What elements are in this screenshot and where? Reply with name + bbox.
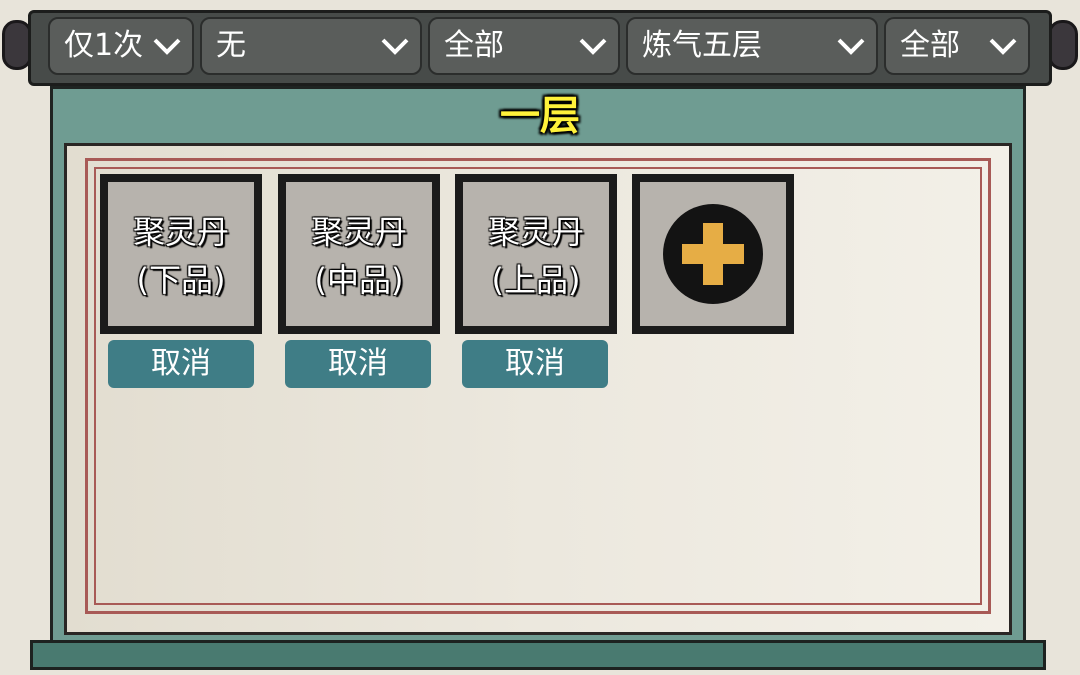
realm-dropdown-label: 炼气五层 (642, 28, 762, 63)
condition-dropdown-label: 无 (216, 28, 246, 63)
item-name-text: 聚灵丹 (487, 213, 584, 251)
item-name: 聚灵丹 (下品) (108, 208, 254, 304)
item-grade-text: (上品) (491, 261, 581, 299)
scroll-rod-right-cap (1048, 20, 1078, 70)
chevron-down-icon (381, 38, 409, 55)
category-dropdown[interactable]: 全部 (428, 17, 620, 75)
category-dropdown-label: 全部 (444, 28, 504, 63)
chevron-down-icon (579, 38, 607, 55)
chevron-down-icon (837, 38, 865, 55)
item-name-text: 聚灵丹 (310, 213, 407, 251)
plus-icon (682, 223, 744, 285)
frequency-dropdown-label: 仅1次 (64, 28, 144, 63)
add-item-slot[interactable] (632, 174, 794, 334)
scope-dropdown[interactable]: 全部 (884, 17, 1030, 75)
cancel-button-3[interactable]: 取消 (462, 340, 608, 388)
item-card: 聚灵丹 (下品) (108, 182, 254, 326)
item-slot-2[interactable]: 聚灵丹 (中品) (278, 174, 440, 334)
add-button[interactable] (663, 204, 763, 304)
add-item-card (640, 182, 786, 326)
item-grade-text: (中品) (314, 261, 404, 299)
item-grade-text: (下品) (136, 261, 226, 299)
item-name-text: 聚灵丹 (132, 213, 229, 251)
item-card: 聚灵丹 (中品) (286, 182, 432, 326)
realm-dropdown[interactable]: 炼气五层 (626, 17, 878, 75)
item-name: 聚灵丹 (中品) (286, 208, 432, 304)
scope-dropdown-label: 全部 (900, 28, 960, 63)
item-slot-1[interactable]: 聚灵丹 (下品) (100, 174, 262, 334)
chevron-down-icon (153, 38, 181, 55)
cancel-button-2[interactable]: 取消 (285, 340, 431, 388)
floor-title: 一层 (500, 93, 580, 139)
cancel-button-1[interactable]: 取消 (108, 340, 254, 388)
condition-dropdown[interactable]: 无 (200, 17, 422, 75)
item-card: 聚灵丹 (上品) (463, 182, 609, 326)
scroll-rod-bottom (30, 640, 1046, 670)
frequency-dropdown[interactable]: 仅1次 (48, 17, 194, 75)
item-name: 聚灵丹 (上品) (463, 208, 609, 304)
item-slot-3[interactable]: 聚灵丹 (上品) (455, 174, 617, 334)
chevron-down-icon (989, 38, 1017, 55)
